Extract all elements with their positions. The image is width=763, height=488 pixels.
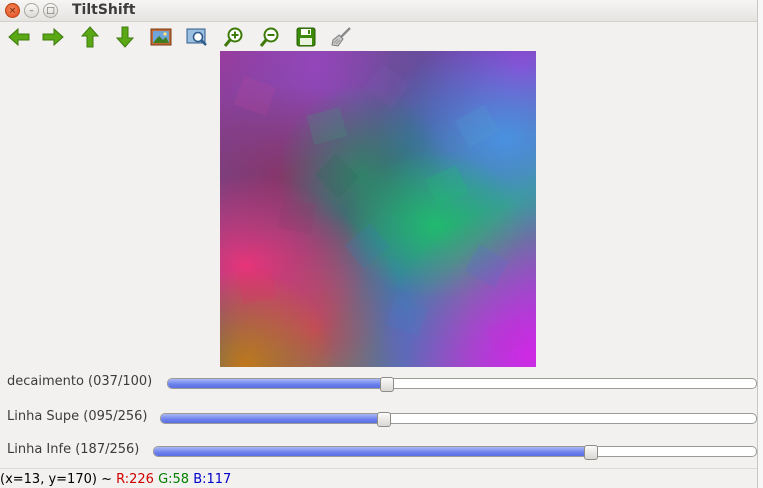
title-bar: × – □ TiltShift — [0, 0, 757, 22]
slider-thumb[interactable] — [377, 412, 391, 427]
zoom-in-icon — [223, 27, 243, 47]
status-coordinates: (x=13, y=170) ~ — [0, 472, 117, 487]
zoom-out-icon — [259, 27, 279, 47]
arrow-right-icon — [42, 28, 64, 46]
zoom-out-button[interactable] — [257, 25, 283, 49]
slider-fill — [168, 379, 387, 388]
image-texture-patch — [314, 153, 360, 199]
window-title: TiltShift — [72, 2, 136, 18]
slider-thumb[interactable] — [380, 377, 394, 392]
trackbar-linha-supe: Linha Supe (095/256) — [0, 403, 757, 433]
trackbar-label: Linha Supe (095/256) — [7, 409, 148, 424]
arrow-down-icon — [116, 26, 134, 48]
arrow-up-icon — [81, 26, 99, 48]
image-texture-patch — [454, 104, 500, 148]
save-icon — [296, 27, 316, 47]
slider-fill — [154, 447, 591, 456]
image-texture-patch — [425, 165, 469, 207]
minimize-window-button[interactable]: – — [24, 3, 39, 18]
slider-track[interactable] — [167, 377, 757, 392]
slider-thumb[interactable] — [584, 445, 598, 460]
trackbar-label: decaimento (037/100) — [7, 374, 153, 389]
image-texture-patch — [233, 76, 277, 116]
close-window-button[interactable]: × — [5, 3, 20, 18]
trackbar-decaimento: decaimento (037/100) — [0, 368, 757, 398]
window-edge — [757, 0, 763, 488]
slider-track[interactable] — [160, 412, 757, 427]
clear-brush-icon — [331, 27, 351, 47]
app-window: × – □ TiltShift decaimento (037/100) Lin… — [0, 0, 757, 488]
zoom-original-button[interactable] — [148, 25, 174, 49]
image-texture-patch — [485, 316, 529, 356]
pan-up-button[interactable] — [77, 25, 103, 49]
image-texture-patch — [386, 296, 428, 336]
image-texture-patch — [464, 244, 510, 288]
maximize-window-button[interactable]: □ — [43, 3, 58, 18]
save-button[interactable] — [293, 25, 319, 49]
trackbar-label: Linha Infe (187/256) — [7, 442, 140, 457]
image-texture-patch — [277, 198, 317, 234]
pan-left-button[interactable] — [6, 25, 32, 49]
pan-down-button[interactable] — [112, 25, 138, 49]
status-green-value: G:58 — [158, 472, 190, 487]
slider-fill — [161, 414, 384, 423]
image-icon — [150, 28, 172, 46]
image-display[interactable] — [220, 51, 536, 367]
image-texture-patch — [237, 268, 277, 304]
pan-right-button[interactable] — [40, 25, 66, 49]
status-red-value: R:226 — [116, 472, 154, 487]
image-texture-patch — [344, 223, 390, 269]
clear-button[interactable] — [328, 25, 354, 49]
status-blue-value: B:117 — [193, 472, 232, 487]
slider-track[interactable] — [153, 445, 757, 460]
image-texture-patch — [306, 107, 348, 145]
zoom-fit-button[interactable] — [184, 25, 210, 49]
zoom-in-button[interactable] — [221, 25, 247, 49]
toolbar — [0, 23, 757, 51]
status-bar: (x=13, y=170) ~ R:226 G:58 B:117 — [0, 468, 757, 488]
arrow-left-icon — [8, 28, 30, 46]
trackbar-linha-infe: Linha Infe (187/256) — [0, 436, 757, 466]
zoom-fit-icon — [186, 28, 207, 46]
image-texture-patch — [364, 63, 410, 109]
